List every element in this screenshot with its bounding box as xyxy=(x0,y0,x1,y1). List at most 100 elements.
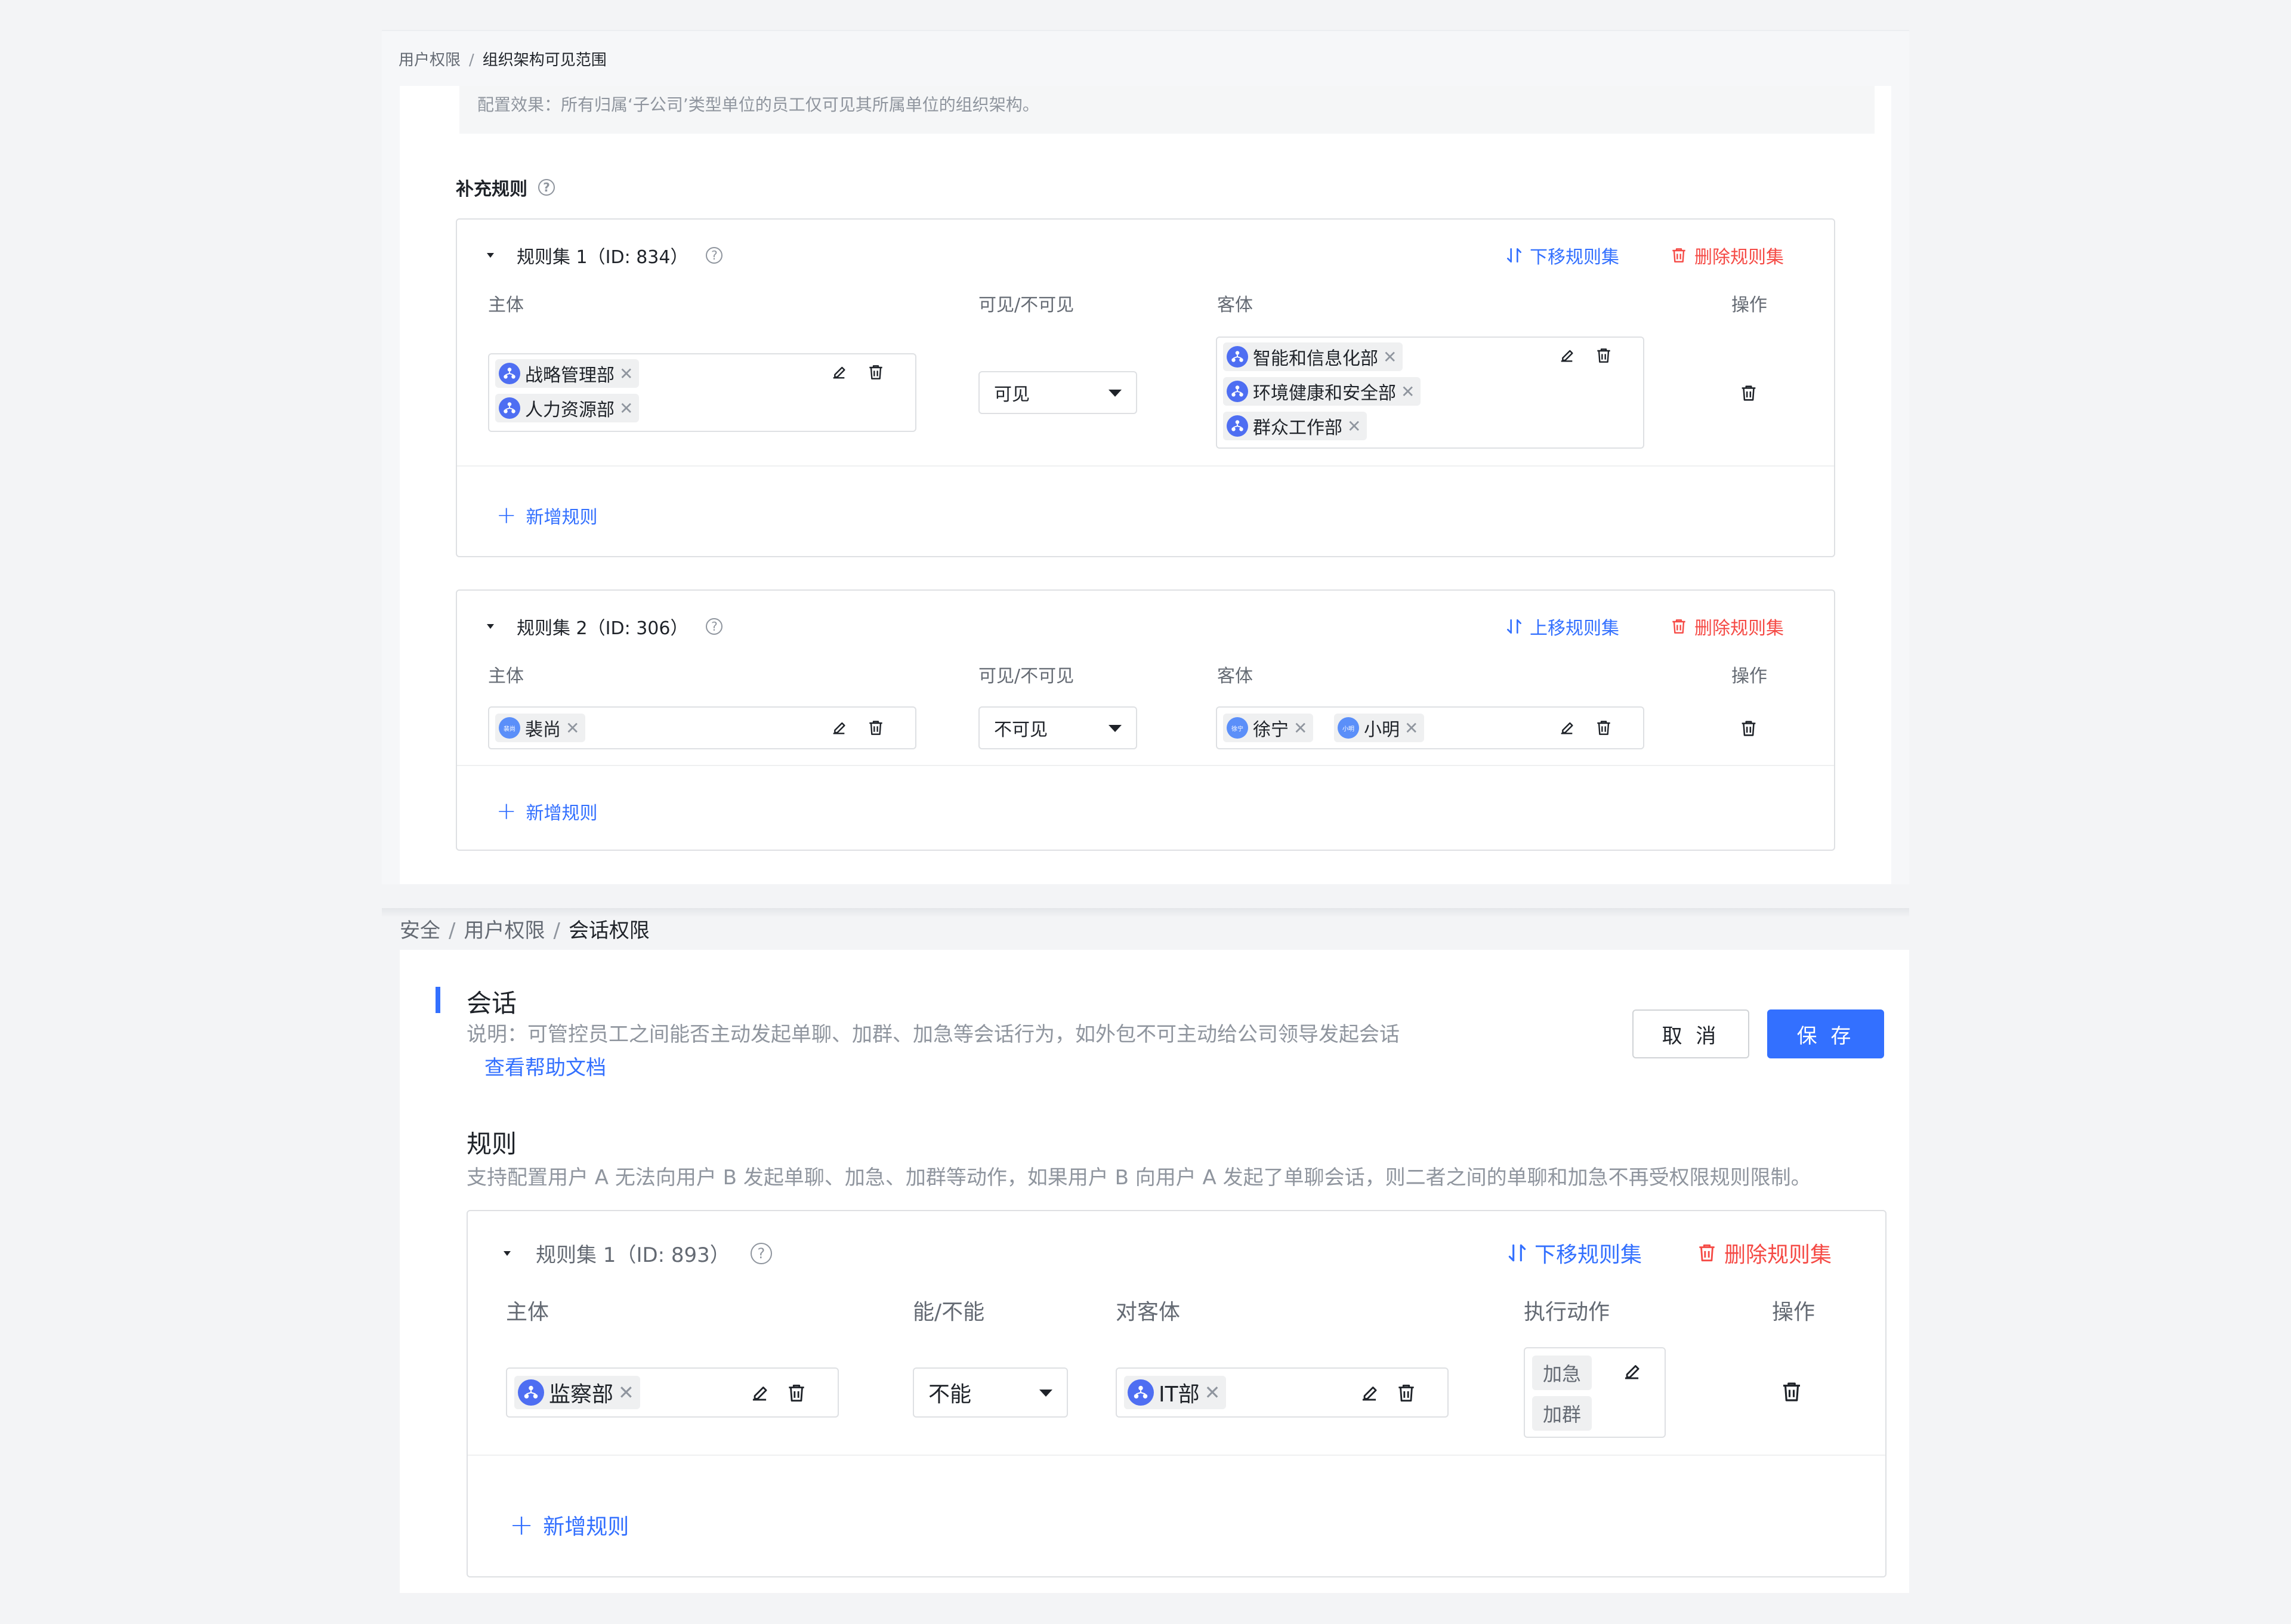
help-icon[interactable]: ? xyxy=(706,618,723,635)
can-select[interactable]: 不能 xyxy=(913,1367,1068,1418)
remove-tag-icon[interactable]: ✕ xyxy=(566,718,579,738)
divider xyxy=(468,1455,1885,1456)
subject-tag[interactable]: 战略管理部 ✕ xyxy=(495,359,640,388)
remove-tag-icon[interactable]: ✕ xyxy=(1383,347,1397,367)
trash-icon xyxy=(1669,245,1688,266)
effect-note-box: 配置效果：所有归属‘子公司’类型单位的员工仅可见其所属单位的组织架构。 xyxy=(459,86,1875,134)
breadcrumb-parent[interactable]: 用户权限 xyxy=(399,51,461,69)
breadcrumb-root[interactable]: 安全 xyxy=(400,919,440,943)
subject-selector[interactable]: 裴尚 裴尚 ✕ xyxy=(488,706,916,749)
chevron-down-icon xyxy=(1039,1390,1052,1397)
object-tag[interactable]: 徐宁 徐宁 ✕ xyxy=(1223,714,1314,742)
trash-icon[interactable] xyxy=(1395,1382,1418,1404)
remove-tag-icon[interactable]: ✕ xyxy=(1404,718,1418,738)
delete-rule-icon[interactable] xyxy=(1739,383,1759,403)
tag-label: 徐宁 xyxy=(1253,720,1289,740)
object-selector[interactable]: IT部 ✕ xyxy=(1116,1367,1449,1418)
col-ops: 操作 xyxy=(1731,295,1767,316)
edit-icon[interactable] xyxy=(1620,1360,1643,1383)
remove-tag-icon[interactable]: ✕ xyxy=(1205,1381,1221,1404)
subject-selector[interactable]: 监察部 ✕ xyxy=(506,1367,839,1418)
help-doc-link[interactable]: 查看帮助文档 xyxy=(484,1051,606,1080)
move-down-ruleset-button[interactable]: 下移规则集 xyxy=(1506,1237,1642,1268)
object-tag[interactable]: IT部 ✕ xyxy=(1124,1376,1227,1409)
object-tag[interactable]: 环境健康和安全部 ✕ xyxy=(1223,377,1421,406)
org-icon xyxy=(499,363,520,384)
object-selector[interactable]: 智能和信息化部 ✕ 环境健康和安全部 ✕ 群众工作部 ✕ xyxy=(1216,336,1644,449)
delete-ruleset-button[interactable]: 删除规则集 xyxy=(1669,242,1784,268)
edit-icon[interactable] xyxy=(1358,1382,1381,1404)
tag-label: 群众工作部 xyxy=(1253,418,1342,439)
select-value: 不可见 xyxy=(994,720,1048,740)
avatar: 徐宁 xyxy=(1227,717,1248,739)
trash-icon[interactable] xyxy=(866,718,885,737)
remove-tag-icon[interactable]: ✕ xyxy=(619,399,633,418)
subject-tag[interactable]: 监察部 ✕ xyxy=(514,1376,640,1409)
visibility-select[interactable]: 可见 xyxy=(978,371,1137,414)
trash-icon[interactable] xyxy=(1594,346,1613,365)
edit-icon[interactable] xyxy=(1557,718,1576,737)
col-can: 能/不能 xyxy=(913,1300,985,1324)
delete-ruleset-button[interactable]: 删除规则集 xyxy=(1696,1237,1832,1268)
collapse-caret-icon[interactable] xyxy=(487,624,494,629)
save-button[interactable]: 保 存 xyxy=(1767,1009,1884,1058)
collapse-caret-icon[interactable] xyxy=(487,253,494,258)
page-title: 会话 xyxy=(467,989,517,1018)
breadcrumb-current: 会话权限 xyxy=(568,919,650,943)
delete-rule-icon[interactable] xyxy=(1779,1379,1804,1404)
remove-tag-icon[interactable]: ✕ xyxy=(1347,416,1361,436)
edit-icon[interactable] xyxy=(829,363,848,382)
remove-tag-icon[interactable]: ✕ xyxy=(618,1381,634,1404)
org-icon xyxy=(1128,1379,1154,1406)
divider xyxy=(457,465,1834,467)
tag-label: 裴尚 xyxy=(525,720,561,740)
add-rule-button[interactable]: + 新增规则 xyxy=(496,502,598,529)
move-label: 下移规则集 xyxy=(1534,1243,1642,1267)
move-up-ruleset-button[interactable]: 上移规则集 xyxy=(1505,613,1619,640)
remove-tag-icon[interactable]: ✕ xyxy=(1401,382,1415,402)
move-label: 下移规则集 xyxy=(1530,247,1619,268)
add-rule-button[interactable]: + 新增规则 xyxy=(510,1509,629,1540)
delete-ruleset-button[interactable]: 删除规则集 xyxy=(1669,613,1784,640)
collapse-caret-icon[interactable] xyxy=(504,1251,511,1256)
trash-icon[interactable] xyxy=(785,1382,808,1404)
tag-label: IT部 xyxy=(1159,1382,1200,1407)
content-card: 配置效果：所有归属‘子公司’类型单位的员工仅可见其所属单位的组织架构。 补充规则… xyxy=(400,86,1891,884)
help-icon[interactable]: ? xyxy=(750,1242,772,1264)
breadcrumb-parent[interactable]: 用户权限 xyxy=(464,919,545,943)
remove-tag-icon[interactable]: ✕ xyxy=(1293,718,1307,738)
help-icon[interactable]: ? xyxy=(706,247,723,264)
cancel-button[interactable]: 取 消 xyxy=(1632,1009,1749,1058)
plus-icon: + xyxy=(496,502,517,529)
object-tag[interactable]: 群众工作部 ✕ xyxy=(1223,412,1367,440)
help-icon[interactable]: ? xyxy=(538,179,555,196)
remove-tag-icon[interactable]: ✕ xyxy=(619,364,633,384)
subject-tag[interactable]: 裴尚 裴尚 ✕ xyxy=(495,714,586,742)
add-rule-label: 新增规则 xyxy=(543,1515,629,1539)
org-icon xyxy=(1227,415,1248,437)
breadcrumb-separator: / xyxy=(469,51,474,69)
edit-icon[interactable] xyxy=(1557,346,1576,365)
select-value: 不能 xyxy=(928,1382,972,1407)
edit-icon[interactable] xyxy=(748,1382,771,1404)
section-title: 补充规则? xyxy=(456,174,555,200)
sort-icon xyxy=(1506,1240,1529,1265)
edit-icon[interactable] xyxy=(829,718,848,737)
move-down-ruleset-button[interactable]: 下移规则集 xyxy=(1505,242,1619,268)
object-selector[interactable]: 徐宁 徐宁 ✕ 小明 小明 ✕ xyxy=(1216,706,1644,749)
trash-icon xyxy=(1696,1240,1718,1265)
page-description: 说明：可管控员工之间能否主动发起单聊、加群、加急等会话行为，如外包不可主动给公司… xyxy=(467,1023,1400,1046)
trash-icon[interactable] xyxy=(866,363,885,382)
breadcrumb-separator: / xyxy=(553,919,560,943)
add-rule-button[interactable]: + 新增规则 xyxy=(496,798,598,825)
trash-icon[interactable] xyxy=(1594,718,1613,737)
subject-selector[interactable]: 战略管理部 ✕ 人力资源部 ✕ xyxy=(488,353,916,432)
org-icon xyxy=(1227,381,1248,402)
subject-tag[interactable]: 人力资源部 ✕ xyxy=(495,394,640,422)
action-selector[interactable]: 加急 加群 xyxy=(1524,1347,1666,1438)
object-tag[interactable]: 智能和信息化部 ✕ xyxy=(1223,342,1403,371)
add-rule-label: 新增规则 xyxy=(526,803,598,824)
visibility-select[interactable]: 不可见 xyxy=(978,706,1137,749)
object-tag[interactable]: 小明 小明 ✕ xyxy=(1334,714,1425,742)
delete-rule-icon[interactable] xyxy=(1739,718,1759,739)
